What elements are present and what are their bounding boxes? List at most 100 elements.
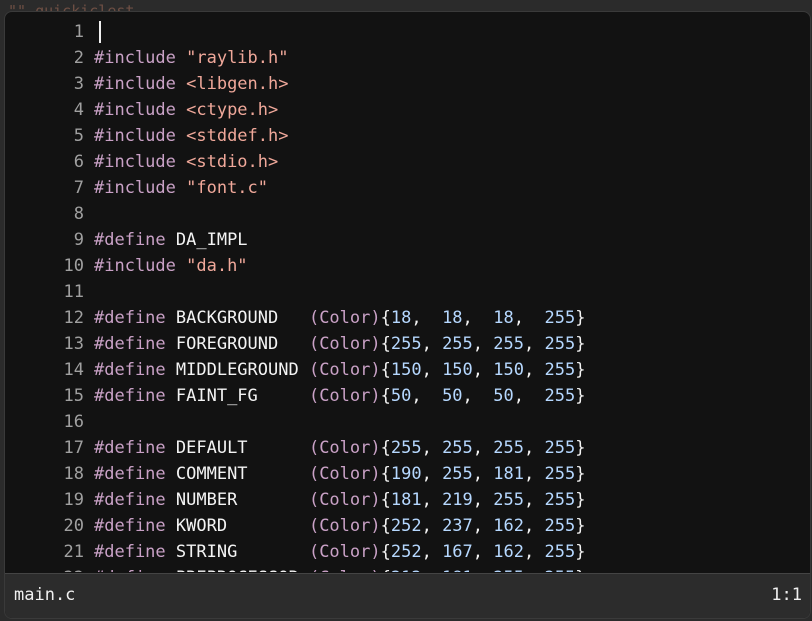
code-token-punct: , [472,334,494,354]
code-token-number: 167 [442,542,473,562]
code-token-number: 162 [493,542,524,562]
code-text: #define PREPROCESSOR (Color){212, 181, 2… [94,565,585,572]
line-number: 11 [63,282,84,302]
code-token-punct: { [380,386,391,406]
code-line[interactable]: 22 #define PREPROCESSOR (Color){212, 181,… [5,565,810,572]
line-number: 16 [63,412,84,432]
code-token-string: <ctype.h> [186,100,279,120]
code-text: #include <libgen.h> [94,71,288,97]
code-line[interactable]: 5 #include <stddef.h> [5,123,810,149]
code-token-number: 255 [544,542,576,562]
code-token-number: 255 [493,568,524,572]
code-token-punct: , [462,308,494,328]
code-token-directive: #define [94,386,176,406]
code-token-type: (Color) [308,308,381,328]
editor-window[interactable]: 1 2 #include "raylib.h" 3 #include <libgen.h… [4,11,811,619]
code-line[interactable]: 17 #define DEFAULT (Color){255, 255, 255,… [5,435,810,461]
code-token-punct: , [524,568,544,572]
code-token-punct: , [523,464,545,484]
code-token-number: 18 [493,308,514,328]
code-token-number: 237 [442,516,473,536]
code-token-number: 255 [544,386,576,406]
code-token-directive: #include [94,48,187,68]
code-token-punct: { [380,516,391,536]
code-token-directive: #define [94,568,176,572]
code-text: #define MIDDLEGROUND (Color){150, 150, 1… [94,357,585,383]
code-token-string: "da.h" [186,256,248,276]
code-line[interactable]: 18 #define COMMENT (Color){190, 255, 181,… [5,461,810,487]
line-number: 17 [63,438,84,458]
code-token-punct: , [421,464,443,484]
code-token-punct: { [380,308,391,328]
code-token-number: 255 [493,490,524,510]
code-token-type: (Color) [308,360,381,380]
code-token-number: 255 [442,334,473,354]
code-text: #include "da.h" [94,253,248,279]
code-token-number: 255 [493,438,524,458]
line-number: 10 [63,256,84,276]
code-token-number: 150 [442,360,473,380]
line-number: 12 [63,308,84,328]
code-token-type: (Color) [308,464,381,484]
code-token-number: 150 [390,360,422,380]
code-token-punct: , [523,542,545,562]
code-line[interactable]: 9 #define DA_IMPL [5,227,810,253]
code-token-punct: , [473,568,493,572]
code-token-punct: , [523,490,545,510]
code-token-directive: #define [94,464,176,484]
code-line[interactable]: 14 #define MIDDLEGROUND (Color){150, 150,… [5,357,810,383]
code-token-directive: #include [94,256,187,276]
code-text: #define DA_IMPL [94,227,248,253]
code-token-number: 50 [442,386,463,406]
code-line[interactable]: 6 #include <stdio.h> [5,149,810,175]
code-line[interactable]: 21 #define STRING (Color){252, 167, 162, … [5,539,810,565]
code-token-string: <stddef.h> [186,126,289,146]
code-line[interactable]: 7 #include "font.c" [5,175,810,201]
code-line[interactable]: 3 #include <libgen.h> [5,71,810,97]
code-token-number: 255 [493,334,524,354]
code-token-default: PREPROCESSOR [176,568,309,572]
code-text: #include <ctype.h> [94,97,278,123]
code-line[interactable]: 16 [5,409,810,435]
code-token-directive: #define [94,516,176,536]
code-token-default: NUMBER [175,490,309,510]
code-token-number: 255 [544,516,576,536]
code-token-number: 255 [390,334,422,354]
code-token-directive: #define [94,490,176,510]
code-token-default: DA_IMPL [175,230,248,250]
code-token-default: KWORD [175,516,309,536]
code-token-punct: , [421,516,443,536]
code-token-number: 255 [544,308,576,328]
code-text: #include <stddef.h> [94,123,288,149]
code-line[interactable]: 19 #define NUMBER (Color){181, 219, 255, … [5,487,810,513]
code-line[interactable]: 15 #define FAINT_FG (Color){50, 50, 50, 2… [5,383,810,409]
code-token-default: BACKGROUND [175,308,309,328]
code-token-punct: { [380,490,391,510]
line-number: 14 [63,360,84,380]
code-token-directive: #include [94,178,187,198]
code-line[interactable]: 8 [5,201,810,227]
code-line[interactable]: 1 [5,19,810,45]
line-number: 15 [63,386,84,406]
code-line[interactable]: 13 #define FOREGROUND (Color){255, 255, 2… [5,331,810,357]
code-token-punct: , [472,360,494,380]
code-token-directive: #define [94,360,176,380]
code-token-directive: #include [94,126,187,146]
code-text: #define DEFAULT (Color){255, 255, 255, 2… [94,435,585,461]
status-bar: main.c 1:1 [5,573,810,618]
code-line[interactable]: 2 #include "raylib.h" [5,45,810,71]
line-number: 5 [73,126,84,146]
code-line[interactable]: 10 #include "da.h" [5,253,810,279]
code-editor[interactable]: 1 2 #include "raylib.h" 3 #include <libgen.h… [5,12,810,572]
code-token-number: 255 [544,490,576,510]
code-token-punct: , [462,386,494,406]
code-line[interactable]: 4 #include <ctype.h> [5,97,810,123]
code-line[interactable]: 20 #define KWORD (Color){252, 237, 162, 2… [5,513,810,539]
code-token-type: (Color) [308,438,381,458]
code-token-punct: , [422,568,442,572]
code-line[interactable]: 11 [5,279,810,305]
code-line[interactable]: 12 #define BACKGROUND (Color){18, 18, 18,… [5,305,810,331]
line-number: 4 [73,100,84,120]
code-token-punct: } [575,568,585,572]
code-token-type: (Color) [308,542,381,562]
